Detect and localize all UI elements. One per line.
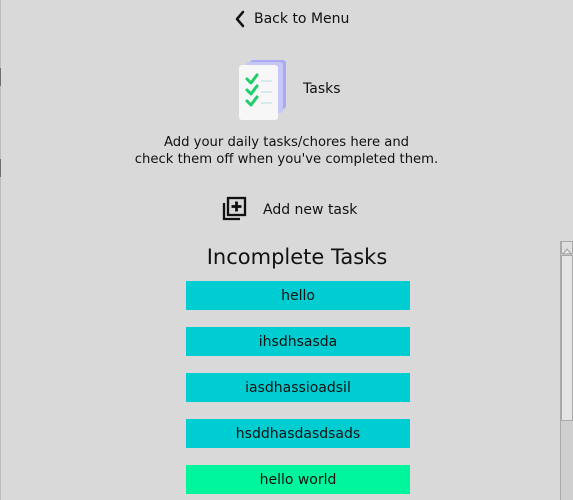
task-checklist-icon [237, 59, 289, 121]
task-item[interactable]: hello [186, 281, 410, 310]
scroll-up-button[interactable] [561, 241, 573, 255]
left-border-mark [0, 68, 1, 86]
task-item[interactable]: ihsdhsasda [186, 327, 410, 356]
scroll-thumb[interactable] [561, 255, 573, 421]
task-item[interactable]: iasdhassioadsil [186, 373, 410, 402]
tasks-description: Add your daily tasks/chores here and che… [0, 134, 573, 168]
add-new-task-label: Add new task [263, 202, 358, 218]
chevron-left-icon [234, 10, 246, 28]
task-item[interactable]: hello world [186, 465, 410, 494]
add-new-task-button[interactable]: Add new task [222, 196, 357, 224]
incomplete-tasks-heading: Incomplete Tasks [206, 245, 388, 269]
page-title: Tasks [303, 81, 341, 97]
tasks-header: Tasks [237, 59, 357, 121]
task-item[interactable]: hsddhasdasdsads [186, 419, 410, 448]
back-to-menu-label: Back to Menu [254, 11, 350, 27]
tasks-window: Back to Menu Tasks Add your daily tasks/… [0, 0, 573, 500]
vertical-scrollbar[interactable] [560, 241, 573, 500]
description-line: check them off when you've completed the… [134, 152, 439, 167]
description-line: Add your daily tasks/chores here and [163, 135, 410, 150]
scroll-track[interactable] [561, 421, 573, 500]
add-square-icon [222, 196, 247, 225]
incomplete-task-list: hello ihsdhsasda iasdhassioadsil hsddhas… [186, 281, 410, 500]
back-to-menu-button[interactable]: Back to Menu [234, 8, 349, 30]
